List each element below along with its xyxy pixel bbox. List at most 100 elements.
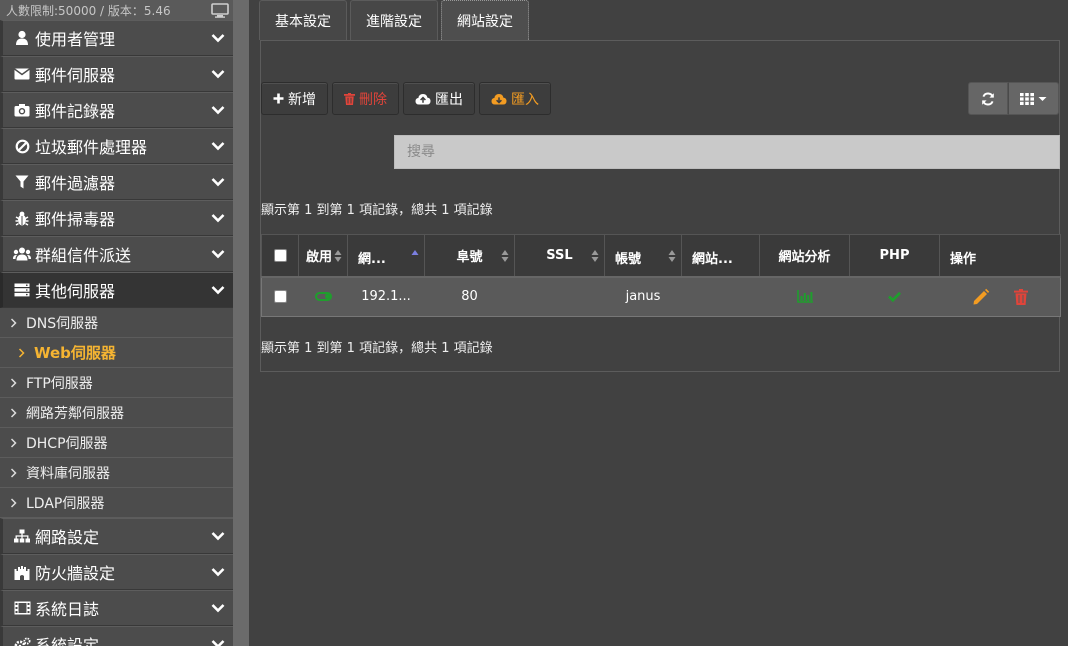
column-header-label: 網站分析: [778, 249, 831, 265]
column-header-analytics: 網站分析: [759, 234, 850, 278]
chevron-right-icon: [10, 496, 26, 510]
sidebar-item-firewall-settings[interactable]: 防火牆設定: [0, 554, 233, 590]
column-header-ssl[interactable]: SSL: [514, 234, 605, 278]
column-header-actions: 操作: [939, 234, 1061, 278]
add-button[interactable]: 新增: [261, 82, 328, 115]
row-select-cell: [261, 276, 299, 317]
analytics-cell: [759, 276, 850, 317]
column-header-label: 網站...: [692, 252, 733, 267]
tab-bar: 基本設定 進階設定 網站設定: [259, 0, 532, 40]
edit-pencil-icon[interactable]: [972, 288, 990, 306]
sidebar-item-label: 防火牆設定: [35, 564, 116, 583]
user-icon: [13, 29, 31, 47]
sort-icon: [668, 250, 676, 262]
camera-icon: [13, 101, 31, 119]
sidebar-scrollbar[interactable]: [233, 0, 249, 646]
export-button[interactable]: 匯出: [403, 82, 475, 115]
import-button-label: 匯入: [511, 91, 539, 108]
user-limit-version-text: 人數限制:50000 / 版本：5.46: [6, 3, 171, 18]
chevron-right-icon: [10, 436, 26, 450]
bar-chart-icon[interactable]: [796, 290, 813, 304]
sub-item-ldap-server[interactable]: LDAP伺服器: [0, 488, 233, 518]
pagination-info: 顯示第 1 到第 1 項記錄，總共 1 項記錄: [261, 203, 493, 218]
sort-ascending-icon: [411, 250, 419, 255]
table-row[interactable]: 192.1... 80 janus: [261, 276, 1061, 317]
refresh-button[interactable]: [968, 82, 1008, 115]
sub-item-database-server[interactable]: 資料庫伺服器: [0, 458, 233, 488]
sub-item-label: DHCP伺服器: [26, 435, 108, 452]
sub-item-label: Web伺服器: [34, 344, 116, 362]
chevron-down-icon[interactable]: [203, 598, 233, 618]
sidebar-item-spam-processor[interactable]: 垃圾郵件處理器: [0, 128, 233, 164]
sitemap-icon: [13, 527, 31, 545]
sidebar-item-group-mail[interactable]: 群組信件派送: [0, 236, 233, 272]
chevron-down-icon[interactable]: [203, 562, 233, 582]
sub-item-label: 資料庫伺服器: [26, 465, 110, 482]
sidebar-item-mail-server[interactable]: 郵件伺服器: [0, 56, 233, 92]
column-header-label: 帳號: [615, 252, 642, 267]
chevron-down-icon[interactable]: [203, 28, 233, 48]
sort-icon: [334, 250, 342, 262]
column-header-label: 阜號: [456, 249, 483, 265]
enable-toggle[interactable]: [314, 292, 332, 302]
column-header-label: SSL: [546, 247, 573, 263]
chevron-down-icon[interactable]: [203, 100, 233, 120]
search-input[interactable]: [394, 135, 1060, 169]
column-header-enable[interactable]: 啟用: [298, 234, 348, 278]
chevron-down-icon[interactable]: [203, 136, 233, 156]
sort-icon: [501, 250, 509, 262]
toolbar: 新增 刪除 匯出 匯入: [261, 82, 555, 115]
add-button-label: 新增: [288, 91, 316, 108]
sidebar-item-other-servers[interactable]: 其他伺服器: [0, 272, 233, 308]
chevron-down-icon[interactable]: [203, 172, 233, 192]
sidebar-item-label: 郵件伺服器: [35, 66, 116, 85]
sub-item-ftp-server[interactable]: FTP伺服器: [0, 368, 233, 398]
plus-icon: [273, 93, 284, 104]
chevron-down-icon[interactable]: [203, 280, 233, 300]
sort-icon: [591, 250, 599, 262]
sidebar-item-user-management[interactable]: 使用者管理: [0, 20, 233, 56]
delete-button-label: 刪除: [359, 91, 387, 108]
sub-item-label: FTP伺服器: [26, 375, 93, 392]
film-icon: [13, 599, 31, 617]
import-button[interactable]: 匯入: [479, 82, 551, 115]
column-header-website[interactable]: 網站...: [681, 234, 760, 278]
chevron-down-icon[interactable]: [203, 634, 233, 646]
cogs-icon: [13, 635, 31, 646]
monitor-icon[interactable]: [211, 3, 229, 18]
enable-cell: [298, 276, 348, 317]
chevron-down-icon[interactable]: [203, 208, 233, 228]
chevron-down-icon[interactable]: [203, 64, 233, 84]
delete-trash-icon[interactable]: [1013, 288, 1028, 305]
sidebar-item-mail-recorder[interactable]: 郵件記錄器: [0, 92, 233, 128]
delete-button[interactable]: 刪除: [332, 82, 399, 115]
sub-item-network-neighborhood-server[interactable]: 網路芳鄰伺服器: [0, 398, 233, 428]
select-all-header: [261, 234, 299, 278]
columns-toggle-button[interactable]: [1008, 82, 1059, 115]
sub-item-dhcp-server[interactable]: DHCP伺服器: [0, 428, 233, 458]
select-all-checkbox[interactable]: [273, 248, 287, 262]
chevron-down-icon[interactable]: [203, 526, 233, 546]
cloud-upload-icon: [415, 93, 431, 104]
sidebar-item-system-logs[interactable]: 系統日誌: [0, 590, 233, 626]
sidebar-item-system-settings[interactable]: 系統設定: [0, 626, 233, 646]
sub-item-dns-server[interactable]: DNS伺服器: [0, 308, 233, 338]
cloud-download-icon: [491, 93, 507, 104]
sub-item-web-server[interactable]: Web伺服器: [0, 338, 233, 368]
tab-advanced-settings[interactable]: 進階設定: [350, 0, 438, 40]
php-cell: [849, 276, 940, 317]
tab-basic-settings[interactable]: 基本設定: [259, 0, 347, 40]
column-header-account[interactable]: 帳號: [604, 234, 682, 278]
website-cell: [681, 276, 760, 317]
sidebar-item-network-settings[interactable]: 網路設定: [0, 518, 233, 554]
column-header-site[interactable]: 網...: [347, 234, 425, 278]
caret-down-icon: [1038, 96, 1047, 101]
chevron-down-icon[interactable]: [203, 244, 233, 264]
column-header-port[interactable]: 阜號: [424, 234, 515, 278]
sidebar-item-mail-filter[interactable]: 郵件過濾器: [0, 164, 233, 200]
tab-website-settings[interactable]: 網站設定: [441, 0, 529, 40]
bug-icon: [13, 209, 31, 227]
chevron-right-icon: [10, 466, 26, 480]
row-checkbox[interactable]: [273, 290, 287, 304]
sidebar-item-mail-antivirus[interactable]: 郵件掃毒器: [0, 200, 233, 236]
